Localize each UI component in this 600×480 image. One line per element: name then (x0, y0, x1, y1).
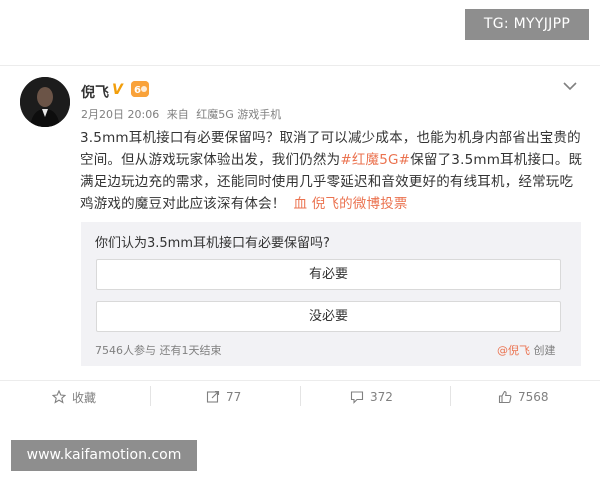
verified-icon: V (112, 82, 123, 98)
vote-option-no[interactable]: 没必要 (96, 301, 561, 332)
like-count: 7568 (518, 390, 549, 404)
thumbs-up-icon (498, 390, 512, 404)
star-icon (52, 390, 66, 404)
vote-link[interactable]: 倪飞的微博投票 (312, 196, 408, 212)
vote-link-icon: 血 (293, 196, 308, 212)
avatar[interactable] (20, 77, 70, 127)
vote-question: 你们认为3.5mm耳机接口有必要保留吗? (95, 236, 330, 251)
vote-creator: @倪飞 创建 (497, 342, 556, 358)
member-level-icon[interactable]: 6 (131, 81, 149, 97)
creator-user-link[interactable]: @倪飞 (497, 344, 530, 357)
source-prefix: 来自 (166, 108, 189, 121)
comment-count: 372 (370, 390, 393, 404)
vote-option-yes[interactable]: 有必要 (96, 259, 561, 290)
repost-icon (206, 390, 220, 403)
creator-suffix: 创建 (530, 344, 556, 357)
hashtag-link[interactable]: #红魔5G# (340, 152, 410, 168)
favorite-label: 收藏 (72, 390, 97, 405)
post-meta: 2月20日 20:06 来自 红魔5G 游戏手机 (81, 106, 281, 122)
tg-watermark: TG: MYYJJPP (465, 9, 589, 40)
repost-count: 77 (226, 390, 242, 404)
chevron-down-icon[interactable] (563, 76, 577, 91)
post-body: 3.5mm耳机接口有必要保留吗？取消了可以减少成本，也能为机身内部省出宝贵的空间… (80, 127, 585, 215)
favorite-button[interactable]: 收藏 (52, 389, 96, 405)
action-divider (300, 386, 301, 406)
action-divider (450, 386, 451, 406)
post-date[interactable]: 2月20日 20:06 (81, 108, 159, 121)
username[interactable]: 倪飞 (81, 82, 109, 102)
post-source[interactable]: 红魔5G 游戏手机 (196, 108, 281, 121)
site-watermark: www.kaifamotion.com (11, 440, 197, 471)
comment-icon (350, 391, 364, 404)
comment-button[interactable]: 372 (350, 389, 393, 405)
svg-text:6: 6 (134, 85, 141, 96)
vote-stats: 7546人参与 还有1天结束 (95, 344, 222, 357)
like-button[interactable]: 7568 (498, 389, 549, 405)
action-divider (150, 386, 151, 406)
repost-button[interactable]: 77 (206, 389, 241, 405)
